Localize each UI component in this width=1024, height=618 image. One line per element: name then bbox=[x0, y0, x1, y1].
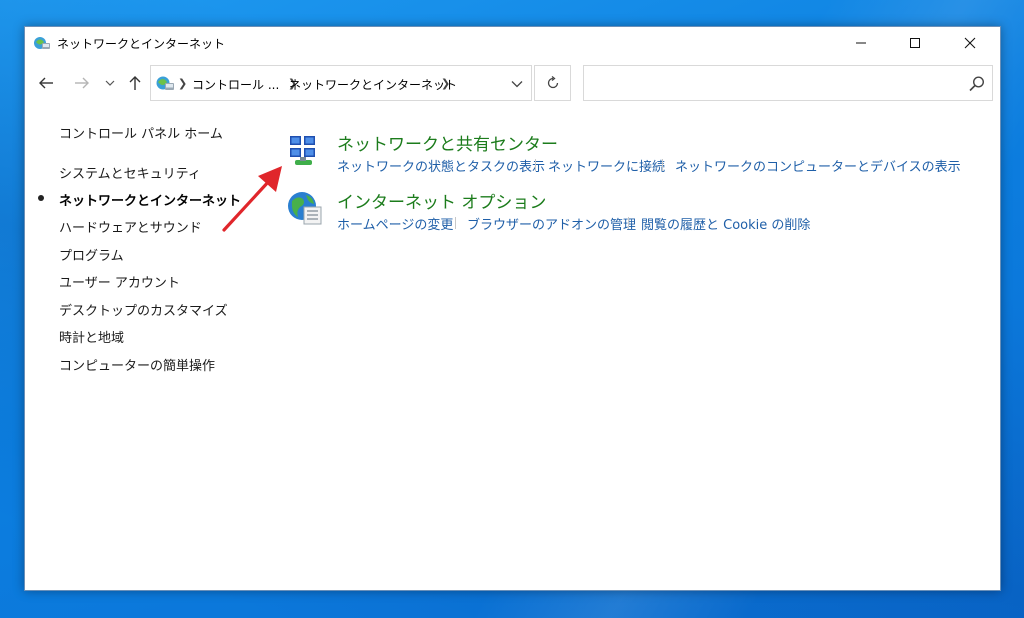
sidebar-item-programs[interactable]: プログラム bbox=[59, 245, 124, 264]
address-dropdown-button[interactable] bbox=[507, 74, 527, 94]
link-manage-addons[interactable]: ブラウザーのアドオンの管理 bbox=[467, 214, 636, 233]
window-title: ネットワークとインターネット bbox=[57, 37, 226, 51]
breadcrumb-separator-icon[interactable]: ❯ bbox=[441, 77, 450, 90]
minimize-icon bbox=[856, 42, 866, 44]
link-separator bbox=[535, 159, 536, 171]
sidebar-item-clock-region[interactable]: 時計と地域 bbox=[59, 327, 124, 346]
category-title-network-sharing-center[interactable]: ネットワークと共有センター bbox=[337, 130, 558, 155]
link-connect-to-network[interactable]: ネットワークに接続 bbox=[548, 156, 665, 175]
sidebar-item-network-internet[interactable]: ネットワークとインターネット bbox=[59, 190, 241, 209]
chevron-down-icon bbox=[105, 80, 115, 86]
control-panel-icon bbox=[156, 76, 174, 90]
chevron-down-icon bbox=[511, 81, 523, 88]
title-bar[interactable]: ネットワークとインターネット bbox=[25, 27, 1000, 59]
sidebar-item-control-panel-home[interactable]: コントロール パネル ホーム bbox=[59, 123, 223, 142]
search-icon[interactable] bbox=[968, 75, 986, 93]
sidebar-item-user-accounts[interactable]: ユーザー アカウント bbox=[59, 272, 180, 291]
back-button[interactable] bbox=[35, 72, 57, 94]
breadcrumb-separator-icon: ❯ bbox=[178, 77, 188, 90]
breadcrumb-network-internet[interactable]: ネットワークとインターネット bbox=[289, 76, 457, 93]
sidebar-item-appearance[interactable]: デスクトップのカスタマイズ bbox=[59, 300, 228, 319]
internet-options-icon[interactable] bbox=[286, 189, 324, 227]
back-arrow-icon bbox=[39, 77, 53, 89]
navigation-bar: ❯ コントロール ... ❯ ネットワークとインターネット ❯ bbox=[25, 63, 1000, 103]
annotation-arrow-icon bbox=[222, 166, 282, 232]
link-separator bbox=[455, 217, 456, 229]
address-bar[interactable]: ❯ コントロール ... ❯ ネットワークとインターネット ❯ bbox=[150, 65, 532, 101]
forward-button[interactable] bbox=[71, 72, 93, 94]
refresh-icon bbox=[547, 76, 558, 89]
network-sharing-center-icon[interactable] bbox=[286, 133, 322, 169]
close-button[interactable] bbox=[947, 27, 993, 59]
close-icon bbox=[964, 37, 976, 49]
recent-locations-button[interactable] bbox=[101, 72, 119, 94]
control-panel-icon bbox=[34, 37, 50, 49]
sidebar-item-ease-of-access[interactable]: コンピューターの簡単操作 bbox=[59, 355, 215, 374]
refresh-button[interactable] bbox=[534, 65, 571, 101]
link-view-network-computers[interactable]: ネットワークのコンピューターとデバイスの表示 bbox=[675, 156, 961, 175]
up-button[interactable] bbox=[124, 72, 146, 94]
link-view-network-status[interactable]: ネットワークの状態とタスクの表示 bbox=[337, 156, 545, 175]
breadcrumb-control-panel[interactable]: コントロール ... bbox=[192, 76, 279, 93]
forward-arrow-icon bbox=[75, 77, 89, 89]
link-delete-browsing-history[interactable]: 閲覧の履歴と Cookie の削除 bbox=[641, 214, 810, 233]
sidebar-item-system-security[interactable]: システムとセキュリティ bbox=[59, 163, 201, 182]
link-separator bbox=[662, 159, 663, 171]
minimize-button[interactable] bbox=[838, 27, 884, 59]
maximize-button[interactable] bbox=[892, 27, 938, 59]
sidebar-item-hardware-sound[interactable]: ハードウェアとサウンド bbox=[59, 217, 202, 236]
category-title-internet-options[interactable]: インターネット オプション bbox=[337, 188, 546, 213]
search-box[interactable] bbox=[583, 65, 993, 101]
up-arrow-icon bbox=[129, 76, 141, 90]
maximize-icon bbox=[910, 38, 920, 48]
active-bullet-icon bbox=[38, 195, 44, 201]
control-panel-window: ネットワークとインターネット ❯ コントロール ... ❯ ネットワークとインタ… bbox=[24, 26, 1001, 591]
link-change-homepage[interactable]: ホームページの変更 bbox=[337, 214, 453, 233]
link-separator bbox=[628, 217, 629, 229]
